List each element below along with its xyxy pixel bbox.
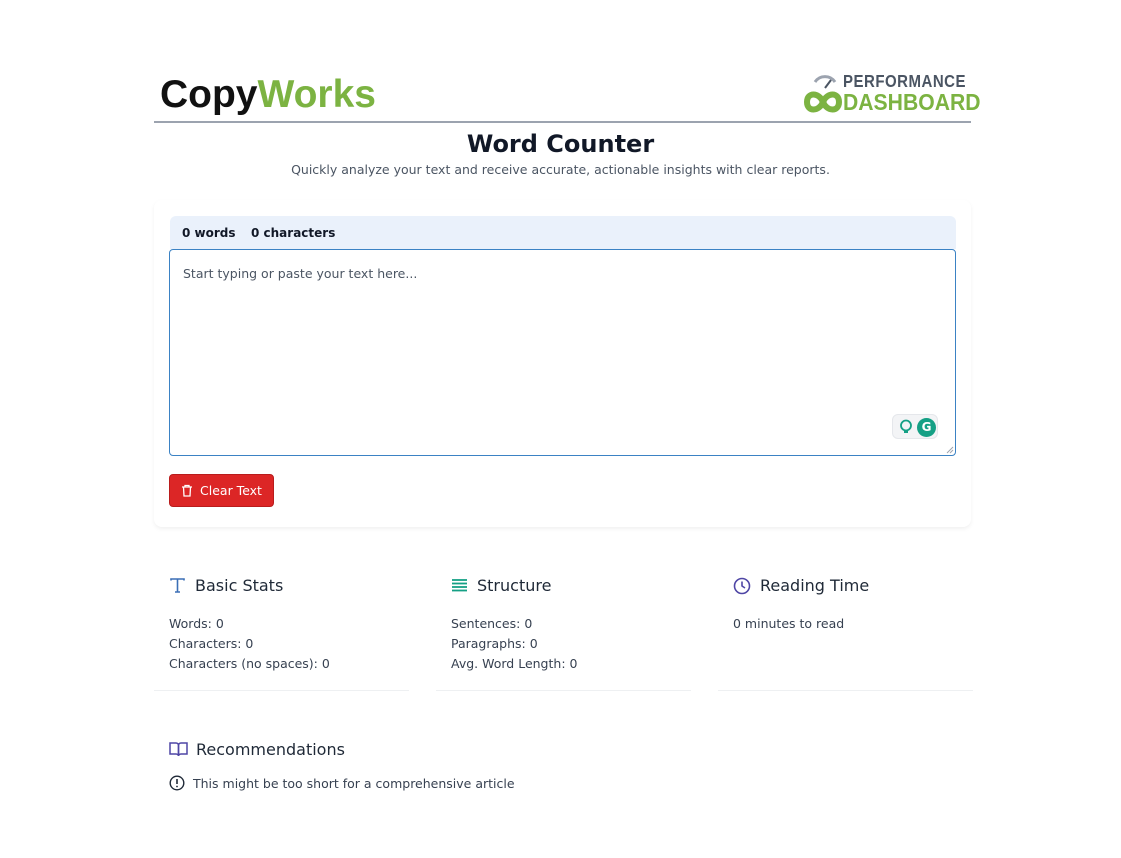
brand-part-works: Works (257, 73, 377, 116)
lightbulb-icon[interactable] (898, 419, 914, 435)
stat-minutes-to-read: 0 minutes to read (733, 616, 845, 631)
text-type-icon (170, 578, 185, 593)
grammarly-icon[interactable]: G (917, 418, 936, 437)
clear-text-button[interactable]: Clear Text (169, 474, 274, 507)
resize-handle-icon[interactable] (946, 446, 954, 454)
clock-icon (733, 577, 751, 594)
count-bar: 0 words 0 characters (170, 216, 956, 249)
basic-stats-header: Basic Stats (169, 576, 283, 595)
infinity-gauge-icon (803, 75, 843, 113)
stat-characters-no-spaces: Characters (no spaces): 0 (169, 656, 330, 671)
structure-title: Structure (477, 576, 552, 595)
recommendations-title: Recommendations (196, 740, 345, 759)
clear-text-label: Clear Text (200, 483, 262, 498)
basic-stats-list: Words: 0 Characters: 0 Characters (no sp… (169, 614, 330, 674)
stat-paragraphs: Paragraphs: 0 (451, 636, 538, 651)
list-lines-icon (452, 579, 467, 592)
word-count: 0 words (182, 226, 236, 240)
stat-avg-word-length: Avg. Word Length: 0 (451, 656, 578, 671)
stat-sentences: Sentences: 0 (451, 616, 533, 631)
alert-circle-icon (169, 775, 185, 791)
recommendation-text: This might be too short for a comprehens… (193, 775, 515, 791)
text-input[interactable] (169, 249, 956, 456)
brand-part-copy: Copy (160, 73, 258, 116)
recommendation-item: This might be too short for a comprehens… (169, 775, 515, 791)
site-header: CopyWorks PERFORMANCE DASHBOARD (154, 68, 981, 123)
word-counter-page: CopyWorks PERFORMANCE DASHBOARD Word Cou… (0, 0, 1121, 858)
structure-card: Structure Sentences: 0 Paragraphs: 0 Avg… (436, 560, 691, 691)
structure-list: Sentences: 0 Paragraphs: 0 Avg. Word Len… (451, 614, 577, 674)
page-title: Word Counter (466, 130, 655, 158)
recommendations-header: Recommendations (169, 740, 345, 759)
stat-words: Words: 0 (169, 616, 224, 631)
logo-text-dashboard: DASHBOARD (843, 89, 981, 115)
reading-time-list: 0 minutes to read (733, 614, 844, 634)
trash-icon (182, 484, 193, 497)
book-icon (169, 742, 188, 757)
character-count: 0 characters (251, 226, 336, 240)
grammarly-widget[interactable]: G (892, 414, 938, 439)
reading-time-card: Reading Time 0 minutes to read (718, 560, 973, 691)
performance-dashboard-logo[interactable]: PERFORMANCE DASHBOARD (801, 72, 981, 118)
reading-time-header: Reading Time (733, 576, 869, 595)
structure-header: Structure (451, 576, 551, 595)
brand-logo[interactable]: CopyWorks (160, 72, 376, 118)
reading-time-title: Reading Time (760, 576, 870, 595)
basic-stats-title: Basic Stats (195, 576, 284, 595)
basic-stats-card: Basic Stats Words: 0 Characters: 0 Chara… (154, 560, 409, 691)
page-subtitle: Quickly analyze your text and receive ac… (291, 162, 830, 177)
stat-characters: Characters: 0 (169, 636, 254, 651)
